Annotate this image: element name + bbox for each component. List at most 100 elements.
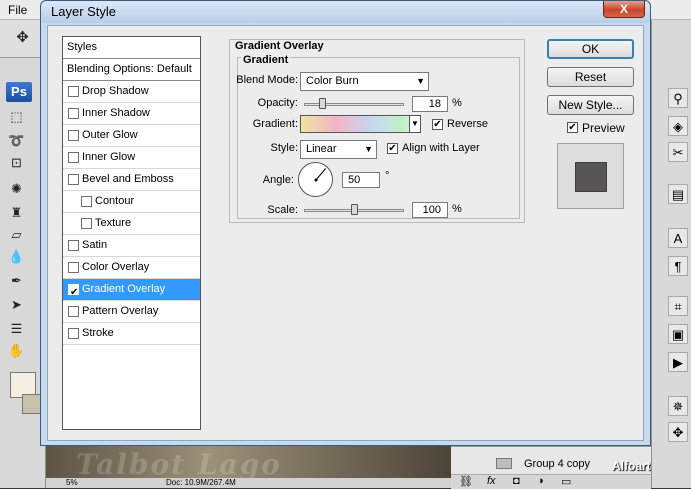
zoom-readout: 5% (66, 478, 78, 487)
dialog-titlebar[interactable]: Layer Style X (41, 1, 650, 23)
angle-unit: ° (385, 170, 390, 182)
style-checkbox[interactable] (68, 174, 79, 185)
eraser-tool-icon[interactable]: ▱ (8, 226, 25, 243)
style-preview (557, 143, 624, 209)
stamp-tool-icon[interactable]: ♜ (8, 204, 25, 221)
clone-source-icon[interactable]: ⌗ (668, 296, 688, 316)
opacity-unit: % (452, 97, 462, 109)
styles-list: Styles Blending Options: Default Drop Shad… (62, 36, 201, 430)
paragraph-icon[interactable]: ¶ (668, 256, 688, 276)
style-item-contour[interactable]: Contour (63, 191, 200, 213)
style-item-inner-glow[interactable]: Inner Glow (63, 147, 200, 169)
new-style-button[interactable]: New Style... (547, 95, 634, 115)
blur-tool-icon[interactable]: 💧 (8, 248, 25, 265)
blend-mode-label: Blend Mode: (236, 74, 298, 86)
style-item-styles[interactable]: Styles (63, 37, 200, 59)
style-checkbox[interactable] (68, 262, 79, 273)
close-button[interactable]: X (603, 1, 645, 18)
style-checkbox[interactable] (68, 130, 79, 141)
preview-checkbox[interactable]: ✔ (567, 122, 578, 133)
actions-icon[interactable]: ▶ (668, 352, 688, 372)
style-item-texture[interactable]: Texture (63, 213, 200, 235)
scale-unit: % (452, 203, 462, 215)
blend-mode-value: Color Burn (306, 75, 359, 87)
style-checkbox[interactable] (68, 306, 79, 317)
select-tool-icon[interactable]: ➤ (8, 296, 25, 313)
style-checkbox[interactable] (68, 86, 79, 97)
angle-dial[interactable] (298, 162, 333, 197)
style-item-drop-shadow[interactable]: Drop Shadow (63, 81, 200, 103)
panel-dock: ⚲ ◈ ✂ ▤ A ¶ ⌗ ▣ ▶ ✵ ✥ (651, 20, 691, 488)
section-title: Gradient Overlay (233, 40, 326, 52)
gradient-picker[interactable] (300, 115, 420, 133)
link-icon[interactable]: ⛓ (459, 475, 473, 488)
opacity-slider-thumb[interactable] (319, 98, 326, 109)
swatches-icon[interactable]: ▣ (668, 324, 688, 344)
history-icon[interactable]: ▤ (668, 184, 688, 204)
photoshop-logo: Ps (6, 82, 32, 102)
hand-tool-icon[interactable]: ✋ (8, 342, 25, 359)
style-select[interactable]: Linear ▼ (300, 140, 377, 159)
crop-tool-icon[interactable]: ⊡ (8, 154, 25, 171)
gradient-dropdown-arrow[interactable]: ▼ (409, 115, 421, 133)
opacity-input[interactable]: 18 (412, 96, 448, 112)
style-item-color-overlay[interactable]: Color Overlay (63, 257, 200, 279)
layers-footer: ⛓ fx ◘ ◑ ▭ (451, 474, 651, 489)
style-checkbox[interactable] (68, 328, 79, 339)
brushes-icon[interactable]: ⚲ (668, 88, 688, 108)
preview-label: Preview (582, 121, 625, 135)
pen-tool-icon[interactable]: ✒ (8, 272, 25, 289)
style-checkbox[interactable] (81, 218, 92, 229)
move-tool-icon[interactable]: ✥ (14, 29, 31, 46)
folder-icon (496, 458, 512, 469)
character-icon[interactable]: A (668, 228, 688, 248)
layer-group-name[interactable]: Group 4 copy (524, 458, 590, 470)
adjustment-icon[interactable]: ◑ (537, 475, 544, 487)
preview-swatch (575, 162, 607, 192)
style-item-bevel-and-emboss[interactable]: Bevel and Emboss (63, 169, 200, 191)
style-item-outer-glow[interactable]: Outer Glow (63, 125, 200, 147)
style-item-satin[interactable]: Satin (63, 235, 200, 257)
style-checkbox[interactable] (81, 196, 92, 207)
canvas-logo-text: Talbot Lago (76, 448, 282, 481)
mask-icon[interactable]: ◘ (513, 475, 520, 487)
scale-slider-thumb[interactable] (351, 204, 358, 215)
new-group-icon[interactable]: ▭ (561, 475, 571, 488)
info-icon[interactable]: ✥ (668, 422, 688, 442)
reverse-checkbox[interactable]: ✔ (432, 119, 443, 130)
tools-icon[interactable]: ✂ (668, 142, 688, 162)
layers-icon[interactable]: ◈ (668, 116, 688, 136)
style-checkbox[interactable] (68, 152, 79, 163)
lasso-tool-icon[interactable]: ➰ (8, 132, 25, 149)
reset-button[interactable]: Reset (547, 67, 634, 87)
blend-mode-select[interactable]: Color Burn ▼ (300, 72, 429, 91)
ok-button[interactable]: OK (547, 39, 634, 59)
menu-file[interactable]: File (8, 3, 27, 17)
style-item-label: Contour (95, 195, 135, 207)
reverse-label: Reverse (447, 118, 488, 130)
style-item-inner-shadow[interactable]: Inner Shadow (63, 103, 200, 125)
opacity-label: Opacity: (257, 97, 298, 109)
style-item-pattern-overlay[interactable]: Pattern Overlay (63, 301, 200, 323)
style-item-label: Drop Shadow (82, 85, 149, 97)
marquee-tool-icon[interactable]: ⬚ (8, 108, 25, 125)
background-color-swatch[interactable] (22, 394, 42, 414)
style-checkbox[interactable] (68, 108, 79, 119)
angle-input[interactable]: 50 (342, 172, 380, 188)
style-item-label: Pattern Overlay (82, 305, 159, 317)
chevron-down-icon: ▼ (416, 76, 425, 86)
navigator-icon[interactable]: ✵ (668, 396, 688, 416)
scale-input[interactable]: 100 (412, 202, 448, 218)
doc-size-readout: Doc: 10.9M/267.4M (166, 478, 236, 487)
fx-icon[interactable]: fx (487, 475, 496, 487)
style-checkbox[interactable]: ✔ (68, 284, 79, 298)
heal-tool-icon[interactable]: ✺ (8, 180, 25, 197)
style-item-blending-options-default[interactable]: Blending Options: Default (63, 59, 200, 81)
status-bar: 5% Doc: 10.9M/267.4M (46, 478, 456, 488)
style-item-label: Styles (67, 41, 97, 53)
style-item-stroke[interactable]: Stroke (63, 323, 200, 345)
align-with-layer-checkbox[interactable]: ✔ (387, 143, 398, 154)
style-item-gradient-overlay[interactable]: ✔ Gradient Overlay (63, 279, 200, 301)
style-checkbox[interactable] (68, 240, 79, 251)
notes-tool-icon[interactable]: ☰ (8, 320, 25, 337)
